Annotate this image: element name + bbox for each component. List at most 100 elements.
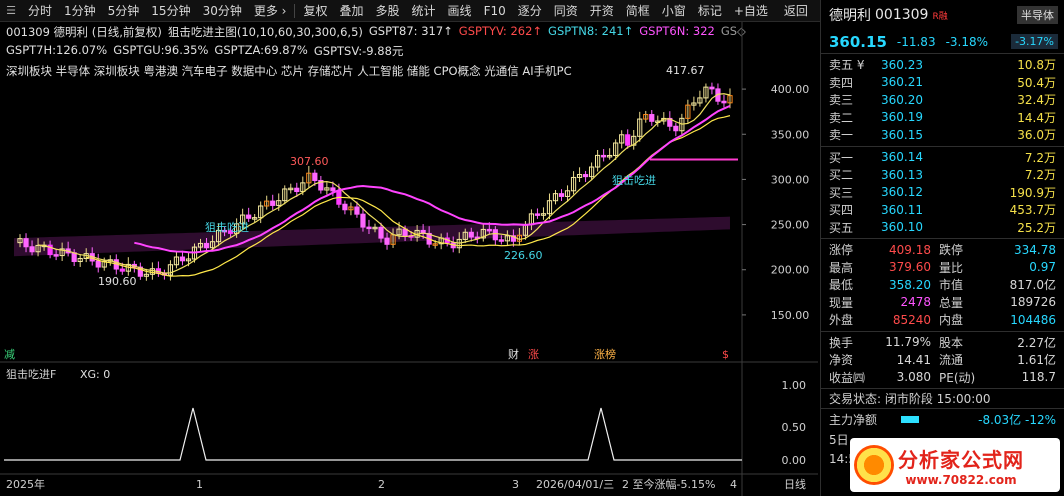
bid-label: 买五	[829, 220, 854, 235]
candle-body	[673, 125, 679, 132]
stat-value: 1.61亿	[1017, 353, 1056, 368]
low-price-label-1: 190.60	[98, 275, 137, 288]
time-axis-label: 1	[196, 478, 203, 491]
tab-30min[interactable]: 30分钟	[197, 0, 248, 22]
stat-value: 189726	[1010, 295, 1056, 310]
tab-1min[interactable]: 1分钟	[58, 0, 102, 22]
candle-body	[649, 114, 655, 122]
candle-body	[312, 172, 318, 181]
candle-body	[354, 206, 360, 215]
per-minute-button[interactable]: 逐分	[512, 0, 548, 22]
stat-label: 最低	[829, 278, 854, 293]
tab-more[interactable]: 更多 ›	[248, 0, 293, 22]
ask-row[interactable]: 卖一 360.15 36.0万	[821, 126, 1064, 144]
ask-row[interactable]: 卖三 360.20 32.4万	[821, 91, 1064, 109]
event-marker-finance: 财	[508, 347, 519, 361]
bid-label: 买二	[829, 168, 854, 183]
restore-rights-button[interactable]: 复权	[297, 0, 333, 22]
five-day-label: 5日	[829, 432, 849, 447]
stat-value: 11.79%	[885, 335, 931, 350]
ask-row[interactable]: 卖二 360.19 14.4万	[821, 109, 1064, 127]
stat-row: 现量 2478 总量 189726	[821, 294, 1064, 312]
bid-row[interactable]: 买三 360.12 190.9万	[821, 184, 1064, 202]
separator	[294, 3, 296, 18]
main-flow-bar	[901, 415, 920, 423]
bid-row[interactable]: 买一 360.14 7.2万	[821, 149, 1064, 167]
kline-chart-area[interactable]: 001309 德明利 (日线,前复权) 狙击吃进主图(10,10,60,30,3…	[0, 22, 818, 496]
ask-label: 卖一	[829, 128, 854, 143]
ask-label: 卖四	[829, 75, 854, 90]
candle-body	[360, 213, 366, 228]
price-tick-label: 250.00	[771, 219, 810, 232]
stock-code: 001309	[875, 7, 929, 23]
event-marker-dollar: $	[722, 348, 729, 361]
bid-volume: 190.9万	[1009, 185, 1056, 200]
ask-price: 360.21	[881, 75, 923, 90]
candle-body	[492, 229, 498, 241]
same-fund-button[interactable]: 同资	[548, 0, 584, 22]
stat-value: 85240	[892, 312, 931, 327]
price-tick-label: 200.00	[771, 264, 810, 277]
tab-timeshare[interactable]: 分时	[22, 0, 58, 22]
time-axis-label: 2026/04/01/三	[536, 478, 614, 491]
stat-label: 股本	[939, 335, 964, 350]
stat-label: 总量	[939, 295, 964, 310]
stat-label: 现量	[829, 295, 854, 310]
main-flow-label: 主力净额	[829, 412, 878, 427]
small-window-button[interactable]: 小窗	[656, 0, 692, 22]
buy-signal-label-2: 狙击吃进	[612, 174, 656, 187]
candle-body	[330, 187, 336, 192]
bid-label: 买四	[829, 203, 854, 218]
mark-button[interactable]: 标记	[692, 0, 728, 22]
statistics-button[interactable]: 统计	[406, 0, 442, 22]
f10-button[interactable]: F10	[478, 0, 512, 22]
main-flow-row: 主力净额 -8.03亿 -12%	[821, 409, 1064, 429]
candle-body	[95, 260, 101, 268]
time-axis-label: 2025年	[6, 477, 45, 491]
sub-tick-label: 1.00	[782, 379, 807, 392]
price-tick-label: 400.00	[771, 83, 810, 96]
stat-label: 换手	[829, 335, 854, 350]
open-fund-button[interactable]: 开资	[584, 0, 620, 22]
candle-body	[23, 238, 29, 248]
bid-row[interactable]: 买四 360.11 453.7万	[821, 201, 1064, 219]
bid-volume: 453.7万	[1009, 203, 1056, 218]
tab-5min[interactable]: 5分钟	[102, 0, 146, 22]
sector-tag[interactable]: 半导体	[1017, 6, 1058, 24]
bid-row[interactable]: 买五 360.10 25.2万	[821, 219, 1064, 237]
stat-value: 817.0亿	[1009, 278, 1056, 293]
bid-price: 360.11	[881, 202, 923, 217]
event-marker-rank: 涨榜	[594, 347, 616, 361]
menu-icon[interactable]: ☰	[0, 0, 22, 22]
signal-line	[4, 407, 742, 461]
bid-price: 360.13	[881, 167, 923, 182]
ask-volume: 50.4万	[1017, 75, 1056, 90]
candle-body	[384, 237, 390, 245]
draw-line-button[interactable]: 画线	[442, 0, 478, 22]
watermark-title: 分析家公式网	[898, 447, 1024, 472]
overlay-button[interactable]: 叠加	[334, 0, 370, 22]
candle-body	[534, 213, 541, 216]
bid-row[interactable]: 买二 360.13 7.2万	[821, 166, 1064, 184]
candle-body	[270, 200, 276, 206]
ask-price: 360.19	[881, 110, 923, 125]
multi-stock-button[interactable]: 多股	[370, 0, 406, 22]
sub-indicator-value: XG: 0	[80, 368, 110, 381]
quote-panel: 德明利 001309 R融 半导体 360.15 -11.83 -3.18% -…	[820, 0, 1064, 496]
simple-frame-button[interactable]: 简框	[620, 0, 656, 22]
ask-row[interactable]: 卖五 ¥ 360.23 10.8万	[821, 56, 1064, 74]
stat-row: 换手 11.79% 股本 2.27亿	[821, 334, 1064, 352]
tab-15min[interactable]: 15分钟	[145, 0, 196, 22]
ask-price: 360.23	[881, 57, 923, 72]
stat-row: 外盘 85240 内盘 104486	[821, 311, 1064, 329]
trade-status: 交易状态: 闭市阶段 15:00:00	[821, 389, 1064, 409]
bid-price: 360.12	[881, 185, 923, 200]
add-watchlist-button[interactable]: +自选	[728, 0, 774, 22]
ask-price: 360.15	[881, 127, 923, 142]
price-tick-label: 150.00	[771, 309, 810, 322]
back-button[interactable]: 返回	[778, 0, 814, 22]
candle-body	[53, 254, 59, 257]
ask-row[interactable]: 卖四 360.21 50.4万	[821, 74, 1064, 92]
ask-volume: 36.0万	[1017, 128, 1056, 143]
bid-volume: 25.2万	[1017, 220, 1056, 235]
